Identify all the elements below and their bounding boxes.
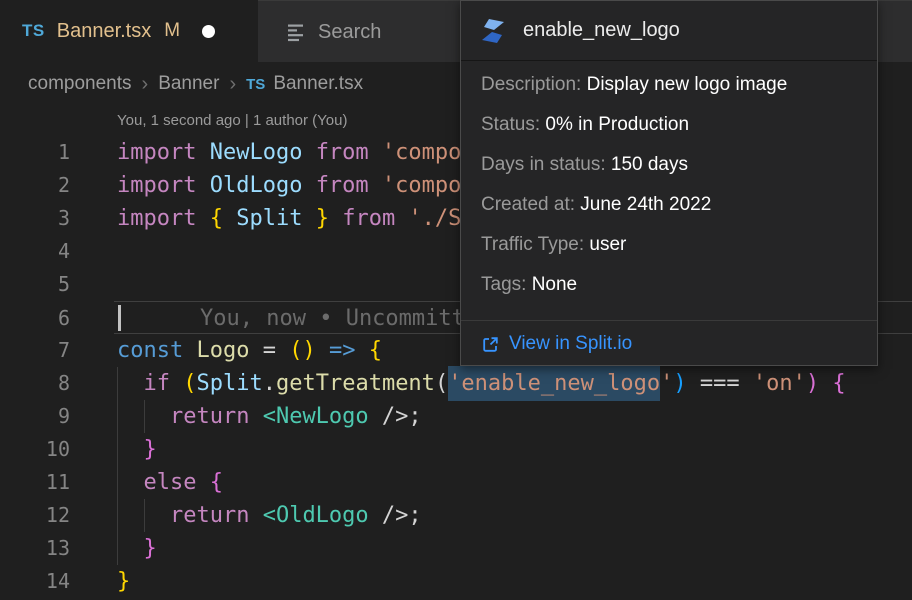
code-text: }	[117, 433, 157, 466]
code-text: }	[117, 565, 130, 598]
code-text: return <NewLogo />;	[117, 400, 422, 433]
code-line-12[interactable]: 12 return <OldLogo />;	[0, 499, 912, 532]
code-text: import OldLogo from 'compo	[117, 169, 461, 202]
code-line-14[interactable]: 14}	[0, 565, 912, 598]
flag-detail-label: Status:	[481, 114, 545, 135]
line-number: 12	[0, 499, 70, 532]
flag-detail-value: Display new logo image	[587, 74, 788, 95]
flag-detail-row: Traffic Type: user	[481, 232, 857, 258]
flag-detail-value: 0% in Production	[545, 114, 689, 135]
code-text: import NewLogo from 'compo	[117, 136, 461, 169]
codelens-blame[interactable]: You, 1 second ago | 1 author (You)	[117, 112, 347, 129]
code-text: return <OldLogo />;	[117, 499, 422, 532]
flag-detail-value: June 24th 2022	[580, 194, 711, 215]
line-number: 9	[0, 400, 70, 433]
flag-detail-label: Tags:	[481, 274, 532, 295]
line-number: 6	[0, 302, 70, 335]
flag-detail-label: Traffic Type:	[481, 234, 589, 255]
code-text: else {	[117, 466, 223, 499]
flag-detail-row: Created at: June 24th 2022	[481, 192, 857, 218]
line-number: 8	[0, 367, 70, 400]
line-number: 2	[0, 169, 70, 202]
flag-detail-label: Created at:	[481, 194, 580, 215]
popup-header: enable_new_logo	[461, 1, 877, 61]
flag-detail-value: 150 days	[611, 154, 688, 175]
flag-detail-row: Tags: None	[481, 272, 857, 298]
popup-body: Description: Display new logo image Statu…	[461, 61, 877, 355]
flag-detail-row: Status: 0% in Production	[481, 112, 857, 138]
code-text: }	[117, 532, 157, 565]
external-link-icon	[481, 335, 500, 354]
flag-detail-value: user	[589, 234, 626, 255]
flag-detail-label: Days in status:	[481, 154, 611, 175]
inline-blame: You, now • Uncommitt	[200, 302, 465, 335]
line-number: 13	[0, 532, 70, 565]
code-line-9[interactable]: 9 return <NewLogo />;	[0, 400, 912, 433]
flag-detail-label: Description:	[481, 74, 587, 95]
text-cursor	[118, 305, 121, 331]
code-text: if (Split.getTreatment('enable_new_logo'…	[117, 367, 846, 400]
view-in-splitio-label: View in Split.io	[509, 333, 632, 355]
line-number: 10	[0, 433, 70, 466]
split-flag-popup: enable_new_logo Description: Display new…	[460, 0, 878, 366]
flag-name: enable_new_logo	[523, 19, 680, 42]
code-text: const Logo = () => {	[117, 334, 382, 367]
line-number: 11	[0, 466, 70, 499]
split-logo-icon	[479, 17, 507, 45]
line-number: 14	[0, 565, 70, 598]
view-in-splitio-link[interactable]: View in Split.io	[481, 321, 857, 355]
line-number: 4	[0, 235, 70, 268]
code-line-11[interactable]: 11 else {	[0, 466, 912, 499]
line-number: 3	[0, 202, 70, 235]
flag-detail-value: None	[532, 274, 577, 295]
flag-rows: Description: Display new logo image Statu…	[481, 72, 857, 298]
code-line-10[interactable]: 10 }	[0, 433, 912, 466]
line-number: 7	[0, 334, 70, 367]
vscode-window: Search TS Banner.tsx M components › Bann…	[0, 0, 912, 600]
code-line-13[interactable]: 13 }	[0, 532, 912, 565]
flag-detail-row: Description: Display new logo image	[481, 72, 857, 98]
line-number: 1	[0, 136, 70, 169]
code-line-8[interactable]: 8 if (Split.getTreatment('enable_new_log…	[0, 367, 912, 400]
flag-detail-row: Days in status: 150 days	[481, 152, 857, 178]
code-text: import { Split } from './S	[117, 202, 461, 235]
line-number: 5	[0, 268, 70, 301]
